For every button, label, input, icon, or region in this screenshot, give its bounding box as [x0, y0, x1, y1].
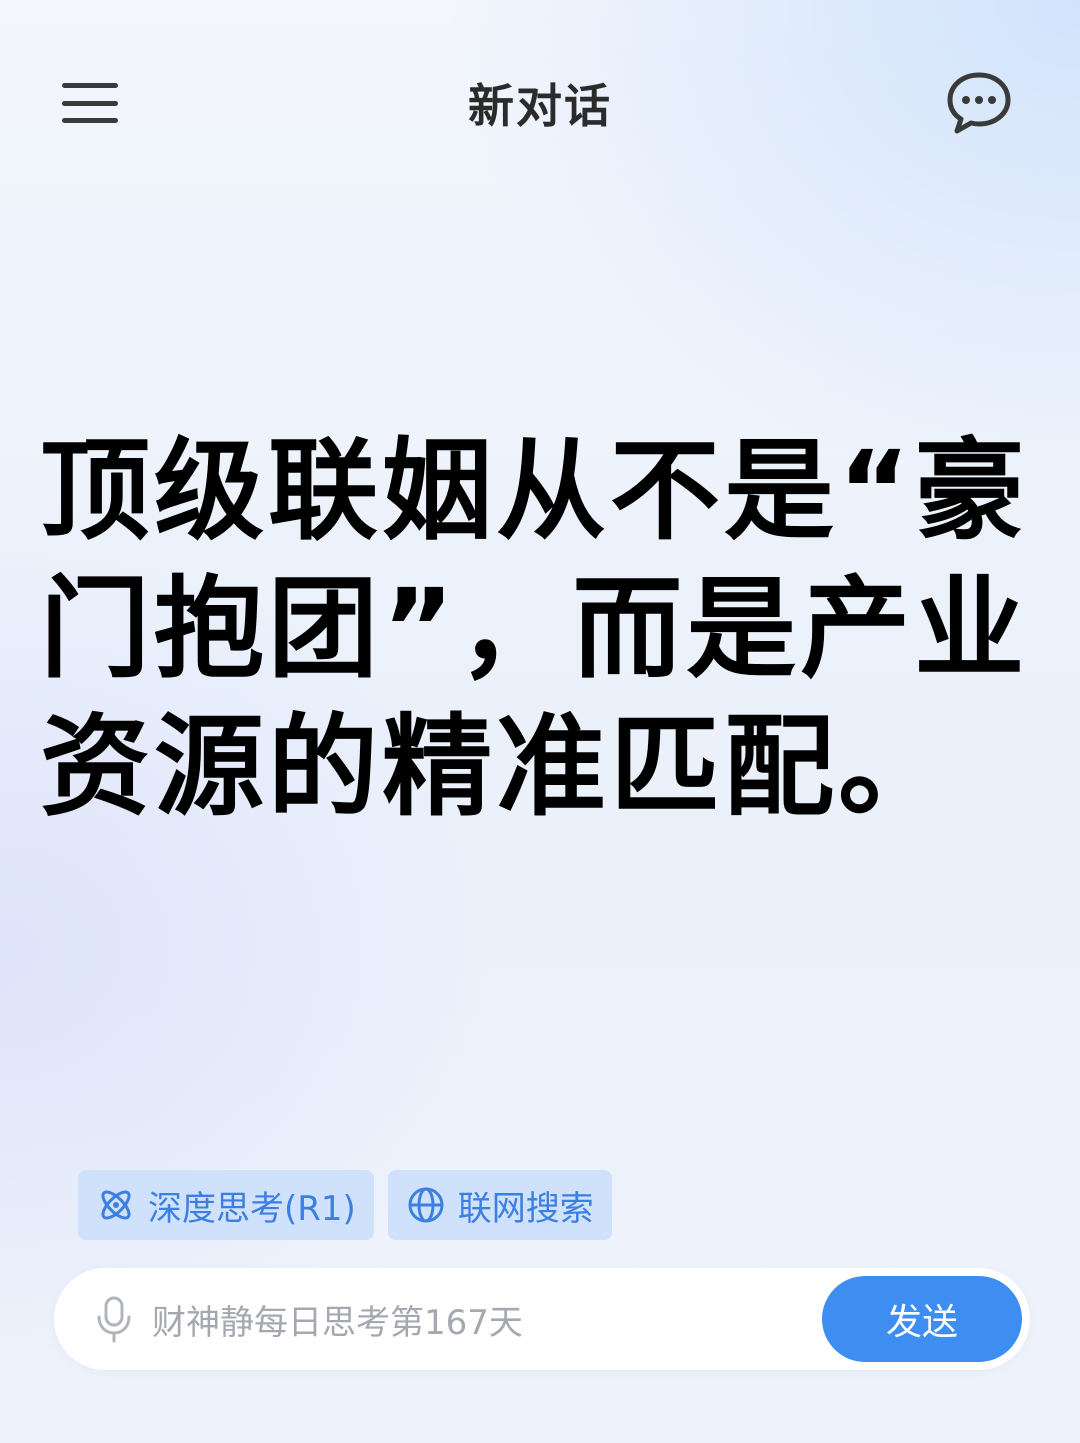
- mode-chips: 深度思考(R1) 联网搜索: [78, 1170, 612, 1240]
- chat-bubble-icon: [947, 72, 1011, 134]
- message-input-bar: 财神静每日思考第167天 发送: [54, 1268, 1030, 1370]
- send-button[interactable]: 发送: [822, 1276, 1022, 1362]
- message-input[interactable]: 财神静每日思考第167天: [152, 1295, 822, 1344]
- atom-icon: [101, 1190, 131, 1220]
- new-chat-button[interactable]: [944, 70, 1014, 136]
- globe-icon: [408, 1187, 444, 1223]
- deep-think-label: 深度思考(R1): [148, 1188, 356, 1229]
- page-title: 新对话: [468, 79, 612, 133]
- deep-think-chip[interactable]: 深度思考(R1): [78, 1170, 374, 1240]
- web-search-chip[interactable]: 联网搜索: [387, 1170, 612, 1240]
- microphone-icon[interactable]: [94, 1295, 134, 1343]
- web-search-label: 联网搜索: [457, 1188, 594, 1229]
- headline-text: 顶级联姻从不是“豪门抱团”，而是产业资源的精准匹配。: [40, 427, 1029, 831]
